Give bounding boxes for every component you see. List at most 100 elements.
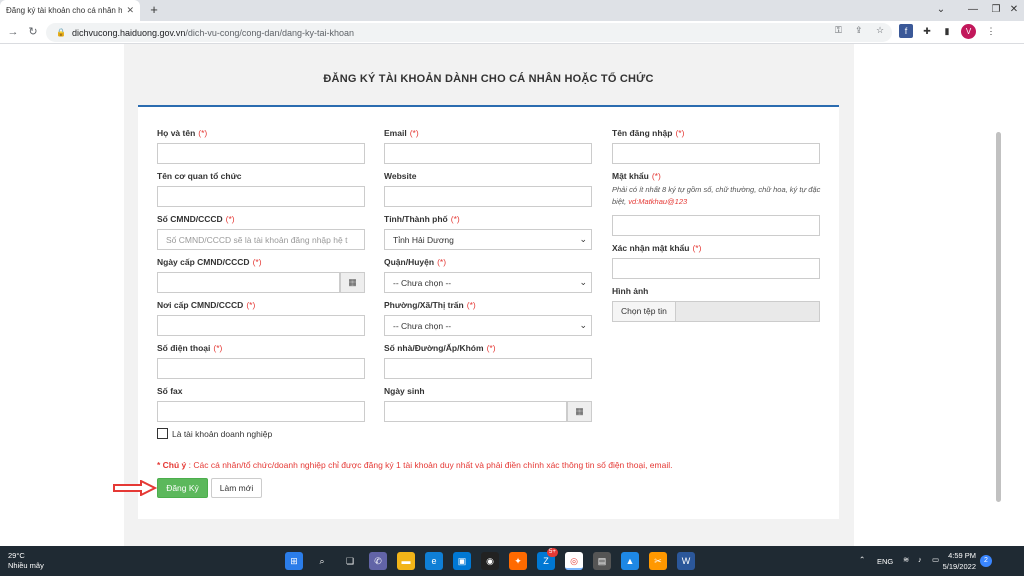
close-window-icon[interactable]: ✕ [1004,0,1024,21]
weather-text: Nhiều mây [8,561,44,570]
url-domain: dichvucong.haiduong.gov.vn [71,27,186,38]
new-tab-icon[interactable]: + [146,2,162,18]
reset-button[interactable]: Làm mới [211,478,262,498]
teams-icon[interactable]: ✆ [369,552,387,570]
page-viewport: ĐĂNG KÝ TÀI KHOẢN DÀNH CHO CÁ NHÂN HOẶC … [0,44,1024,546]
phone-label: Số điện thoại (*) [157,343,223,353]
province-select[interactable]: Tỉnh Hải Dương ⌄ [384,229,592,250]
password-hint: Phải có ít nhất 8 ký tự gồm số, chữ thườ… [612,185,821,206]
photos-icon[interactable]: ▲ [621,552,639,570]
image-label: Hình ảnh [612,286,649,296]
minimize-icon[interactable]: — [958,0,988,21]
chevron-down-icon[interactable]: ⌄ [926,0,956,21]
province-label: Tỉnh/Thành phố (*) [384,214,460,224]
zalo-icon[interactable]: Z 5+ [537,548,558,570]
district-select[interactable]: -- Chưa chọn -- ⌄ [384,272,592,293]
ward-value: -- Chưa chọn -- [393,320,452,331]
email-label: Email (*) [384,128,419,138]
calendar-icon[interactable]: ▦ [567,401,592,422]
url-path: /dich-vu-cong/cong-dan/dang-ky-tai-khoan [185,27,354,38]
issue-place-label: Nơi cấp CMND/CCCD (*) [157,300,256,310]
facebook-extension-icon[interactable]: f [899,24,913,38]
puzzle-icon[interactable]: ✚ [920,24,934,38]
task-view-icon[interactable]: ❏ [341,552,359,570]
key-icon[interactable]: ⚿ [835,25,842,36]
chevron-up-icon[interactable]: ⌃ [859,555,865,564]
scrollbar[interactable] [996,132,1001,502]
calendar-icon[interactable]: ▦ [340,272,365,293]
clock-date[interactable]: 5/19/2022 [938,562,976,571]
confirm-password-label: Xác nhận mật khẩu (*) [612,243,702,253]
taskbar: 29°C Nhiều mây ⊞ ⌕ ❏ ✆ ▬ e ▣ ◉ ✦ Z 5+ ◎ … [0,546,1024,576]
ward-select[interactable]: -- Chưa chọn -- ⌄ [384,315,592,336]
fax-input[interactable] [157,401,365,422]
tab-title: Đăng ký tài khoản cho cá nhân h [6,6,123,15]
birthday-label: Ngày sinh [384,386,425,396]
full-name-label: Họ và tên (*) [157,128,208,138]
choose-file-button[interactable]: Chọn tệp tin [612,301,676,322]
issue-date-input[interactable] [157,272,340,293]
province-value: Tỉnh Hải Dương [393,234,454,245]
business-account-label: Là tài khoản doanh nghiệp [172,429,273,439]
wifi-icon[interactable]: ≋ [903,555,909,564]
issue-date-label: Ngày cấp CMND/CCCD (*) [157,257,262,267]
address-label: Số nhà/Đường/Ấp/Khóm (*) [384,343,496,353]
file-name-box [675,301,820,322]
arrow-right-icon [113,480,157,496]
password-input[interactable] [612,215,820,236]
edge-icon[interactable]: e [425,552,443,570]
notification-badge: 5+ [547,548,558,557]
browser-tab[interactable]: Đăng ký tài khoản cho cá nhân h ✕ [0,0,140,21]
restore-icon[interactable]: ❐ [986,0,1006,21]
avatar[interactable]: V [961,24,976,39]
sidebar-icon[interactable]: ▮ [940,24,954,38]
notification-icon[interactable]: 2 [980,555,992,567]
password-label: Mật khẩu (*) [612,171,661,181]
folder-icon[interactable]: ▬ [397,552,415,570]
district-value: -- Chưa chọn -- [393,277,452,288]
temperature: 29°C [8,551,25,560]
language-indicator[interactable]: ENG [877,557,893,566]
phone-input[interactable] [157,358,365,379]
share-icon[interactable]: ⇪ [855,25,863,36]
chevron-down-icon: ⌄ [579,320,587,330]
star-icon[interactable]: ☆ [876,25,884,36]
business-account-checkbox[interactable] [157,428,168,439]
confirm-password-input[interactable] [612,258,820,279]
menu-icon[interactable]: ⋮ [984,24,998,38]
windows-start-icon[interactable]: ⊞ [285,552,303,570]
username-input[interactable] [612,143,820,164]
full-name-input[interactable] [157,143,365,164]
clock-time[interactable]: 4:59 PM [944,551,976,560]
issue-place-input[interactable] [157,315,365,336]
word-icon[interactable]: W [677,552,695,570]
close-tab-icon[interactable]: ✕ [126,5,134,16]
calculator-icon[interactable]: ▤ [593,552,611,570]
url-input[interactable]: 🔒 dichvucong.haiduong.gov.vn/dich-vu-con… [46,23,892,42]
store-icon[interactable]: ▣ [453,552,471,570]
fax-label: Số fax [157,386,183,396]
github-icon[interactable]: ◉ [481,552,499,570]
weather-widget[interactable]: 29°C Nhiều mây [8,551,44,571]
snipping-icon[interactable]: ✂ [649,552,667,570]
notice-text: * Chú ý : Các cá nhân/tổ chức/doanh nghi… [157,460,673,470]
reload-icon[interactable]: ↻ [25,24,41,40]
speaker-icon[interactable]: ♪ [918,555,922,564]
page-title: ĐĂNG KÝ TÀI KHOẢN DÀNH CHO CÁ NHÂN HOẶC … [323,73,654,85]
address-input[interactable] [384,358,592,379]
birthday-input[interactable] [384,401,567,422]
forward-icon[interactable]: → [5,24,21,40]
register-button[interactable]: Đăng Ký [157,478,208,498]
org-name-input[interactable] [157,186,365,207]
address-bar: → ↻ 🔒 dichvucong.haiduong.gov.vn/dich-vu… [0,21,1024,44]
id-number-input[interactable] [157,229,365,250]
app-icon[interactable]: ✦ [509,552,527,570]
chrome-icon[interactable]: ◎ [565,552,583,570]
id-number-label: Số CMND/CCCD (*) [157,214,235,224]
website-label: Website [384,171,417,181]
district-label: Quận/Huyện (*) [384,257,447,267]
email-input[interactable] [384,143,592,164]
website-input[interactable] [384,186,592,207]
lock-icon: 🔒 [56,28,66,37]
search-icon[interactable]: ⌕ [313,552,331,570]
